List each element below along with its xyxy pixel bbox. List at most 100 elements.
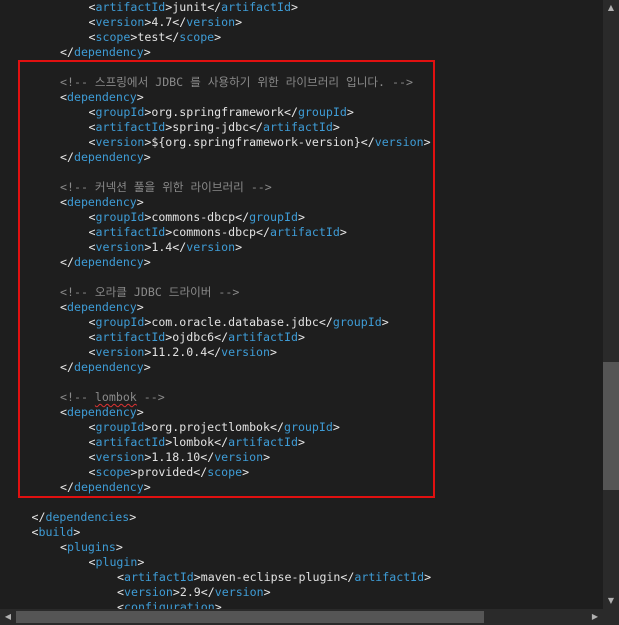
tag-bracket: >: [297, 210, 305, 224]
tag-value: com.oracle.database.jdbc: [151, 315, 319, 329]
code-line: <artifactId>spring-jdbc</artifactId>: [89, 120, 340, 135]
code-line: <groupId>org.springframework</groupId>: [89, 105, 354, 120]
tag-value: maven-eclipse-plugin: [200, 570, 341, 584]
tag-name: version: [95, 15, 145, 29]
tag-value: lombok: [172, 435, 215, 449]
tag-bracket: <: [117, 600, 124, 609]
tag-name: groupId: [249, 210, 298, 224]
scroll-right-arrow-icon[interactable]: ▶: [587, 609, 603, 625]
tag-name: dependency: [73, 255, 144, 269]
tag-name: version: [214, 585, 264, 599]
code-line: <artifactId>ojdbc6</artifactId>: [89, 330, 305, 345]
tag-bracket: </: [318, 315, 333, 329]
tag-name: groupId: [95, 105, 145, 119]
tag-bracket: >: [235, 240, 243, 254]
code-line: <build>: [32, 525, 81, 540]
tag-bracket: >: [424, 570, 432, 584]
tag-name: artifactId: [123, 570, 194, 584]
code-line: <version>1.18.10</version>: [89, 450, 271, 465]
tag-name: dependency: [66, 195, 137, 209]
tag-value: org.projectlombok: [151, 420, 271, 434]
tag-name: artifactId: [95, 0, 166, 14]
tag-value: commons-dbcp: [151, 210, 236, 224]
horizontal-scrollbar-thumb[interactable]: [16, 611, 484, 623]
vertical-scrollbar[interactable]: [603, 0, 619, 609]
tag-bracket: >: [270, 345, 278, 359]
tag-bracket: <: [60, 540, 67, 554]
xml-comment: <!-- 스프링에서 JDBC 를 사용하기 위한 라이브러리 입니다. -->: [60, 75, 413, 89]
code-line: <!-- 커넥션 풀을 위한 라이브러리 -->: [60, 180, 272, 195]
tag-name: version: [374, 135, 424, 149]
scroll-left-arrow-icon[interactable]: ◀: [0, 609, 16, 625]
code-line: <artifactId>lombok</artifactId>: [89, 435, 305, 450]
tag-bracket: </: [249, 120, 264, 134]
tag-bracket: >: [115, 540, 123, 554]
code-line: <!-- lombok -->: [60, 390, 165, 405]
code-line: <groupId>com.oracle.database.jdbc</group…: [89, 315, 389, 330]
vertical-scrollbar-thumb[interactable]: [603, 362, 619, 490]
scroll-down-arrow-icon[interactable]: ▼: [603, 593, 619, 609]
scroll-up-arrow-icon[interactable]: ▲: [603, 0, 619, 16]
spellcheck-underline: lombok: [94, 390, 137, 404]
tag-bracket: </: [193, 465, 208, 479]
tag-bracket: <: [60, 300, 67, 314]
code-line: <scope>test</scope>: [89, 30, 222, 45]
tag-value: 1.4: [151, 240, 173, 254]
code-line: <!-- 오라클 JDBC 드라이버 -->: [60, 285, 239, 300]
tag-bracket: >: [263, 585, 271, 599]
tag-bracket: <: [60, 195, 67, 209]
tag-name: version: [186, 15, 236, 29]
code-line: <groupId>org.projectlombok</groupId>: [89, 420, 340, 435]
code-line: <version>2.9</version>: [117, 585, 271, 600]
tag-bracket: >: [332, 420, 340, 434]
tag-name: scope: [207, 465, 243, 479]
tag-name: dependency: [73, 45, 144, 59]
tag-name: groupId: [95, 315, 145, 329]
code-line: <plugins>: [60, 540, 123, 555]
tag-bracket: </: [60, 45, 74, 59]
code-line: </dependency>: [60, 360, 151, 375]
code-line: <version>${org.springframework-version}<…: [89, 135, 431, 150]
tag-bracket: >: [143, 480, 151, 494]
code-line: <artifactId>junit</artifactId>: [89, 0, 298, 15]
code-line: <version>1.4</version>: [89, 240, 243, 255]
tag-bracket: </: [31, 510, 46, 524]
code-line: </dependency>: [60, 255, 151, 270]
tag-name: artifactId: [354, 570, 425, 584]
tag-bracket: >: [242, 465, 250, 479]
tag-bracket: >: [297, 330, 305, 344]
tag-bracket: >: [290, 0, 298, 14]
code-line: <dependency>: [60, 300, 144, 315]
tag-bracket: </: [60, 360, 74, 374]
tag-bracket: </: [214, 330, 229, 344]
code-line: </dependencies>: [32, 510, 137, 525]
tag-name: scope: [95, 30, 131, 44]
tag-value: org.springframework: [151, 105, 284, 119]
tag-value: junit: [172, 0, 208, 14]
tag-bracket: >: [346, 105, 354, 119]
tag-bracket: >: [263, 450, 271, 464]
tag-name: artifactId: [95, 330, 166, 344]
tag-bracket: </: [200, 450, 215, 464]
tag-bracket: >: [143, 255, 151, 269]
tag-name: groupId: [95, 210, 145, 224]
tag-name: version: [95, 345, 145, 359]
tag-name: dependencies: [45, 510, 130, 524]
code-editor[interactable]: <artifactId>junit</artifactId> <version>4…: [0, 0, 603, 609]
tag-bracket: </: [360, 135, 375, 149]
tag-name: scope: [179, 30, 215, 44]
tag-name: configuration: [123, 600, 215, 609]
tag-bracket: <: [60, 405, 67, 419]
tag-name: artifactId: [95, 435, 166, 449]
tag-bracket: </: [172, 240, 187, 254]
tag-bracket: </: [165, 30, 180, 44]
code-line: <dependency>: [60, 90, 144, 105]
tag-name: build: [38, 525, 74, 539]
tag-name: dependency: [73, 150, 144, 164]
tag-name: version: [95, 450, 145, 464]
tag-bracket: <: [60, 90, 67, 104]
tag-bracket: >: [143, 150, 151, 164]
tag-name: dependency: [66, 300, 137, 314]
tag-name: artifactId: [221, 0, 291, 14]
tag-bracket: >: [297, 435, 305, 449]
